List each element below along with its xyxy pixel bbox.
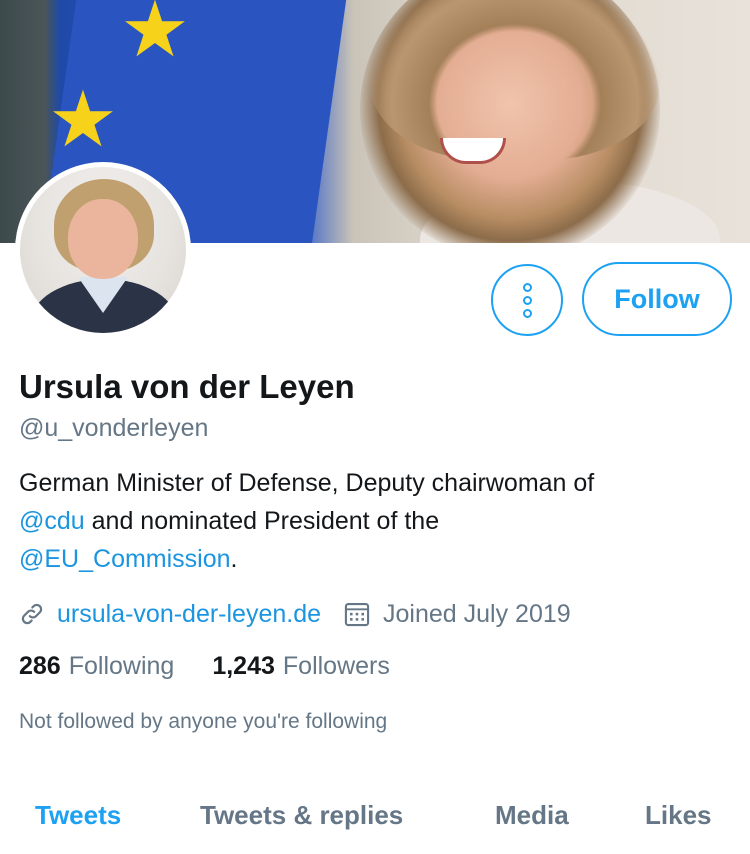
profile-bio: German Minister of Defense, Deputy chair…: [19, 464, 719, 578]
following-count: 286: [19, 652, 61, 680]
tab-tweets-replies[interactable]: Tweets & replies: [200, 800, 403, 831]
link-icon: [21, 603, 43, 625]
avatar-photo: [20, 167, 186, 333]
followers-stat[interactable]: 1,243 Followers: [212, 652, 390, 681]
tab-tweets[interactable]: Tweets: [35, 800, 121, 831]
website-link[interactable]: ursula-von-der-leyen.de: [57, 600, 321, 629]
follow-button[interactable]: Follow: [582, 262, 732, 336]
star-icon: ★: [120, 0, 190, 73]
tab-media[interactable]: Media: [495, 800, 569, 831]
social-context-text: Not followed by anyone you're following: [19, 710, 388, 733]
bio-mention-link[interactable]: @EU_Commission: [19, 545, 231, 573]
following-label: Following: [68, 652, 175, 680]
following-stat[interactable]: 286 Following: [19, 652, 174, 681]
profile-name: Ursula von der Leyen: [19, 368, 355, 405]
avatar[interactable]: [15, 162, 191, 338]
bio-text: German Minister of Defense, Deputy chair…: [19, 469, 595, 497]
avatar-face: [68, 199, 138, 279]
more-vertical-icon: [522, 282, 532, 318]
profile-stats: 286 Following 1,243 Followers: [19, 652, 390, 681]
followers-count: 1,243: [212, 652, 275, 680]
joined-date: Joined July 2019: [383, 599, 571, 628]
bio-mention-link[interactable]: @cdu: [19, 507, 85, 535]
more-options-button[interactable]: [491, 264, 563, 336]
star-icon: ★: [48, 75, 118, 163]
bio-text: and nominated President of the: [84, 507, 440, 535]
banner-person-hair: [370, 0, 660, 160]
profile-tabs: Tweets Tweets & replies Media Likes: [0, 790, 750, 854]
tab-likes[interactable]: Likes: [645, 800, 712, 831]
profile-handle: @u_vonderleyen: [19, 414, 209, 442]
bio-text: .: [230, 545, 238, 573]
calendar-icon: [343, 600, 371, 628]
profile-meta: ursula-von-der-leyen.de Joined July 2019: [19, 596, 571, 632]
followers-label: Followers: [282, 652, 390, 680]
